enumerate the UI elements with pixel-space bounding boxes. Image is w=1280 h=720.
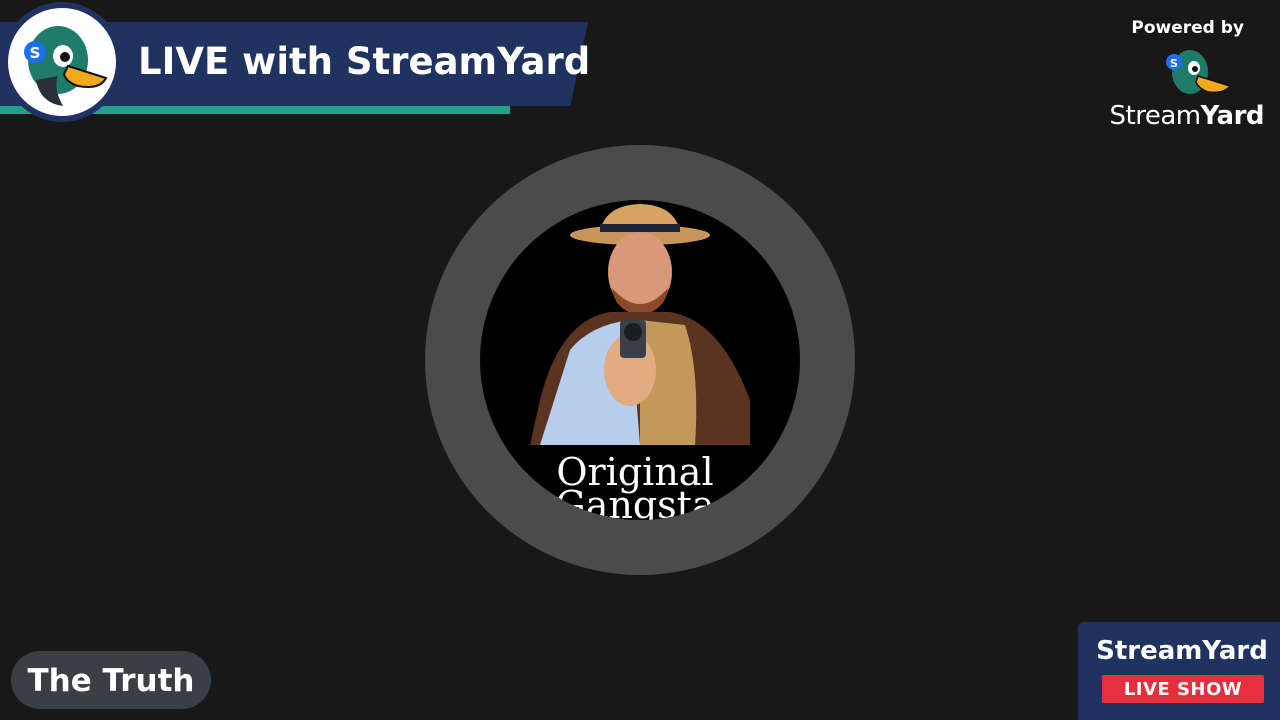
svg-text:S: S	[30, 44, 41, 62]
live-show-badge: LIVE SHOW	[1102, 675, 1264, 703]
live-card-title: StreamYard	[1096, 636, 1268, 666]
avatar-image: Original Gangsta	[480, 200, 800, 520]
powered-by-label: Powered by	[1131, 18, 1244, 38]
banner-title: LIVE with StreamYard	[138, 40, 591, 83]
live-show-card: StreamYard LIVE SHOW	[1078, 622, 1280, 720]
participant-name-tag: The Truth	[11, 651, 211, 709]
streamyard-duck-logo-icon: S	[8, 8, 116, 116]
participant-name: The Truth	[27, 663, 195, 699]
svg-text:S: S	[1170, 57, 1178, 70]
powered-by-brand: StreamYard	[1109, 101, 1265, 131]
streamyard-duck-logo-small-icon: S	[1160, 46, 1232, 98]
